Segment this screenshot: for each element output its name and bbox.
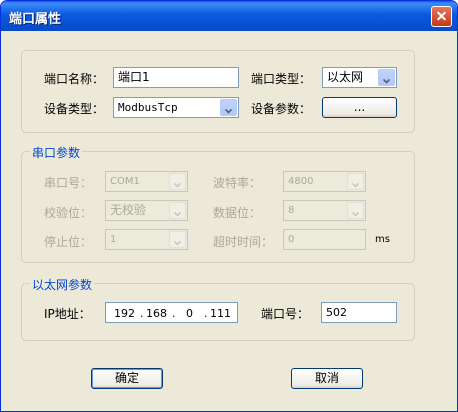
- general-group: [21, 50, 415, 133]
- ip-octet-4[interactable]: 111: [210, 306, 231, 321]
- timeout-label: 超时时间：: [213, 235, 274, 249]
- chevron-down-icon: [169, 231, 186, 248]
- ip-dot: .: [204, 307, 208, 320]
- baud-rate-select[interactable]: 4800: [283, 171, 366, 192]
- device-params-label: 设备参数：: [251, 102, 312, 116]
- ip-address-input[interactable]: 192 . 168 . 0 . 111: [105, 302, 238, 323]
- timeout-input[interactable]: 0: [283, 229, 366, 250]
- parity-label: 校验位：: [44, 206, 93, 220]
- parity-value: 无校验: [110, 203, 147, 217]
- ethernet-group-title: 以太网参数: [30, 276, 95, 293]
- chevron-down-icon: [169, 173, 186, 190]
- close-icon[interactable]: [431, 6, 452, 27]
- device-type-label: 设备类型：: [44, 102, 105, 116]
- ethernet-port-input[interactable]: 502: [321, 302, 397, 323]
- chevron-down-icon[interactable]: [378, 69, 395, 86]
- title-bar[interactable]: 端口属性: [1, 1, 457, 31]
- ip-dot: .: [172, 307, 176, 320]
- chevron-down-icon: [347, 202, 364, 219]
- baud-rate-value: 4800: [288, 176, 314, 187]
- port-properties-dialog: 端口属性 端口名称： 端口1 端口类型： 以太网 设备类型： ModbusTcp…: [0, 0, 458, 412]
- stop-bits-value: 1: [110, 234, 117, 245]
- timeout-unit: ms: [375, 234, 390, 245]
- chevron-down-icon[interactable]: [220, 99, 237, 116]
- device-type-select[interactable]: ModbusTcp: [113, 97, 239, 118]
- ethernet-port-label: 端口号：: [261, 307, 310, 321]
- port-type-value: 以太网: [327, 70, 364, 84]
- serial-group-title: 串口参数: [30, 144, 83, 161]
- device-type-value: ModbusTcp: [118, 101, 178, 114]
- data-bits-select[interactable]: 8: [283, 200, 366, 221]
- baud-rate-label: 波特率：: [213, 176, 262, 190]
- port-type-label: 端口类型：: [251, 72, 312, 86]
- stop-bits-select[interactable]: 1: [105, 229, 188, 250]
- serial-port-value: COM1: [110, 176, 140, 187]
- ip-address-label: IP地址：: [44, 307, 91, 321]
- ip-octet-3[interactable]: 0: [186, 306, 193, 321]
- dialog-title: 端口属性: [9, 12, 62, 27]
- serial-port-select[interactable]: COM1: [105, 171, 188, 192]
- data-bits-label: 数据位：: [213, 206, 262, 220]
- ip-octet-2[interactable]: 168: [146, 306, 167, 321]
- ip-dot: .: [140, 307, 144, 320]
- port-type-select[interactable]: 以太网: [322, 67, 397, 88]
- parity-select[interactable]: 无校验: [105, 200, 188, 221]
- ok-button[interactable]: 确定: [91, 368, 163, 389]
- stop-bits-label: 停止位：: [44, 235, 93, 249]
- chevron-down-icon: [169, 202, 186, 219]
- data-bits-value: 8: [288, 205, 295, 216]
- port-name-input[interactable]: 端口1: [113, 67, 239, 88]
- cancel-button[interactable]: 取消: [291, 368, 363, 389]
- ip-octet-1[interactable]: 192: [114, 306, 135, 321]
- chevron-down-icon: [347, 173, 364, 190]
- device-params-button[interactable]: ...: [322, 97, 397, 118]
- port-name-label: 端口名称：: [44, 72, 105, 86]
- serial-port-label: 串口号：: [44, 176, 93, 190]
